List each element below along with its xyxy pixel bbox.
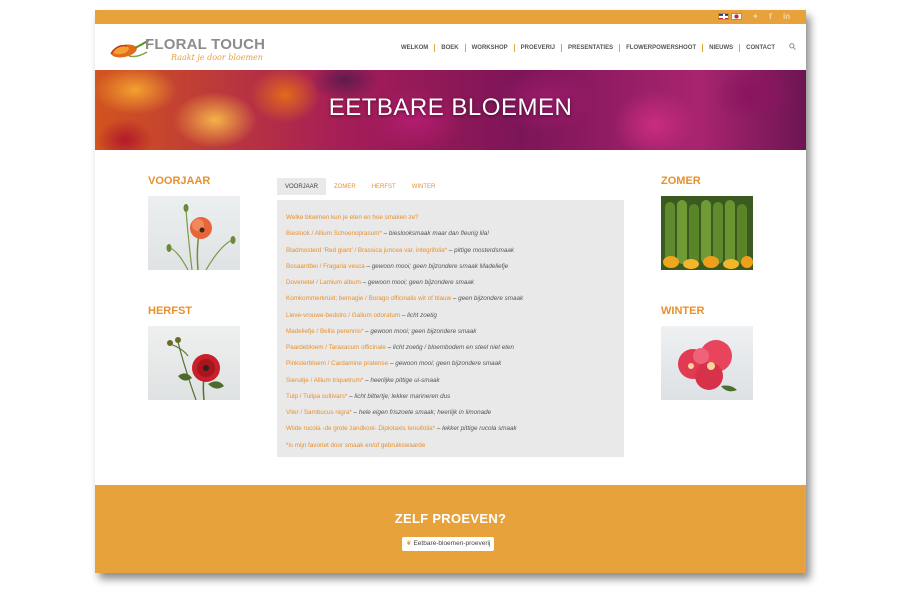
link-icon: ❦: [406, 540, 412, 547]
nav-item-workshop[interactable]: WORKSHOP: [464, 43, 514, 52]
list-item: Pinksterbloem / Cardamine pratense – gew…: [286, 360, 502, 368]
page-title: EETBARE BLOEMEN: [328, 94, 573, 121]
proeverij-button[interactable]: ❦ Eetbare-bloemen-proeverij: [402, 537, 495, 551]
list-item-desc: pittige mosterdsmaak: [454, 246, 514, 254]
season-title-voorjaar: VOORJAAR: [148, 175, 211, 187]
tab-winter[interactable]: WINTER: [404, 178, 444, 195]
list-item-desc: gewoon mooi; geen bijzondere smaak Madel…: [371, 262, 509, 270]
japanese-flag-icon[interactable]: [731, 13, 742, 20]
cta-title: ZELF PROEVEN?: [394, 511, 507, 526]
list-item-desc: gewoon mooi; geen bijzondere smaak: [370, 327, 477, 335]
linkedin-icon[interactable]: in: [783, 12, 790, 22]
cta-footer: ZELF PROEVEN? ❦ Eetbare-bloemen-proeverij: [95, 485, 806, 573]
list-item-name[interactable]: Dovenetel / Lamium album: [286, 279, 361, 286]
hero-banner: EETBARE BLOEMEN: [95, 70, 806, 150]
nav-item-flowerpowershoot[interactable]: FLOWERPOWERSHOOT: [619, 43, 702, 52]
list-item-desc: licht zoetig / bloembodem en steel niet …: [392, 344, 515, 351]
list-item-desc: hele eigen friszoete smaak; heerlijk in …: [358, 409, 492, 416]
content-footnote: *is mijn favoriet door smaak en/of gebru…: [286, 441, 426, 449]
nav-item-contact[interactable]: CONTACT: [739, 43, 781, 52]
season-title-herfst: HERFST: [148, 305, 192, 317]
facebook-icon[interactable]: f: [769, 12, 772, 22]
list-item: Tulp / Tulipa cultivars* – licht bittert…: [286, 392, 451, 400]
nav-item-proeverij[interactable]: PROEVERIJ: [513, 43, 561, 52]
logo-wordmark: FLORAL TOUCH: [145, 36, 266, 53]
list-item-desc: heerlijke pittige ui-smaak: [370, 376, 440, 384]
list-item: Madeliefje / Bellis perennis* – gewoon m…: [286, 327, 477, 335]
logo-tagline: Raakt je door bloemen: [171, 53, 263, 62]
season-tabs: VOORJAAR ZOMER HERFST WINTER: [277, 178, 443, 195]
list-item-name[interactable]: Tulp / Tulipa cultivars*: [286, 393, 347, 400]
list-item: Wilde rucola -de grote zandkool- Diplota…: [286, 425, 517, 433]
season-title-zomer: ZOMER: [661, 175, 701, 187]
nav-item-boek[interactable]: BOEK: [434, 43, 464, 52]
list-item-name[interactable]: Sieruitje / Allium triquetrum*: [286, 377, 363, 384]
list-item: Bladmosterd ‘Red giant’ / Brassica junce…: [286, 246, 514, 254]
list-item-desc: lekker pittige rucola smaak: [442, 425, 517, 433]
list-item-desc: geen bijzondere smaak: [458, 295, 524, 303]
list-item-name[interactable]: Madeliefje / Bellis perennis*: [286, 328, 363, 335]
list-item-name[interactable]: Vlier / Sambucus nigra*: [286, 409, 352, 416]
proeverij-button-label: Eetbare-bloemen-proeverij: [413, 540, 491, 547]
list-item-desc: licht zoetig: [407, 311, 437, 319]
list-item-name[interactable]: Komkommerkruid; bernagie / Borago offici…: [286, 295, 451, 302]
list-item-desc: bieslooksmaak maar dan fleurig lila!: [388, 230, 490, 238]
list-item: Bieslook / Allium Schoenoprasum* – biesl…: [286, 230, 490, 238]
nav-item-welkom[interactable]: WELKOM: [395, 44, 434, 52]
tab-herfst[interactable]: HERFST: [364, 178, 404, 195]
main-nav: WELKOM BOEK WORKSHOP PROEVERIJ PRESENTAT…: [395, 43, 796, 52]
tab-zomer[interactable]: ZOMER: [326, 178, 364, 195]
list-item-name[interactable]: Bladmosterd ‘Red giant’ / Brassica junce…: [286, 247, 447, 254]
tulip-logo-icon: [110, 39, 149, 58]
season-title-winter: WINTER: [661, 305, 705, 317]
list-item: Sieruitje / Allium triquetrum* – heerlij…: [286, 376, 440, 384]
list-item-desc: gewoon mooi; geen bijzondere smaak: [395, 360, 502, 368]
search-icon[interactable]: [781, 43, 796, 52]
list-item-name[interactable]: Bosaardbei / Fragaria vesca: [286, 263, 365, 270]
list-item-desc: gewoon mooi; geen bijzondere smaak: [367, 279, 474, 286]
top-bar: ✦ f in: [95, 10, 806, 24]
list-item-name[interactable]: Wilde rucola -de grote zandkool- Diplota…: [286, 425, 435, 432]
flower-list: Welke bloemen kun je eten en hoe smaken …: [286, 210, 621, 454]
list-item-name[interactable]: Bieslook / Allium Schoenoprasum*: [286, 230, 382, 237]
list-item-name[interactable]: Pinksterbloem / Cardamine pratense: [286, 360, 388, 367]
herfst-image[interactable]: [148, 326, 240, 400]
twitter-icon[interactable]: ✦: [752, 12, 759, 22]
list-item: Vlier / Sambucus nigra* – hele eigen fri…: [286, 409, 492, 416]
list-item: Komkommerkruid; bernagie / Borago offici…: [286, 295, 524, 303]
tab-content-panel: Welke bloemen kun je eten en hoe smaken …: [277, 200, 624, 457]
list-item: Bosaardbei / Fragaria vesca – gewoon moo…: [286, 262, 509, 270]
nav-item-presentaties[interactable]: PRESENTATIES: [560, 43, 619, 52]
site-logo[interactable]: FLORAL TOUCH Raakt je door bloemen: [109, 34, 265, 64]
winter-image[interactable]: [661, 326, 753, 400]
content-question: Welke bloemen kun je eten en hoe smaken …: [286, 214, 419, 221]
english-flag-icon[interactable]: [718, 13, 729, 20]
list-item-name[interactable]: Lieve-vrouwe-bedstro / Galium odoratum: [286, 312, 400, 319]
page-frame: ✦ f in FLORAL TOUCH Raakt je door bloeme…: [95, 10, 806, 573]
zomer-image[interactable]: [661, 196, 753, 270]
list-item: Dovenetel / Lamium album – gewoon mooi; …: [286, 279, 474, 286]
list-item: Lieve-vrouwe-bedstro / Galium odoratum –…: [286, 311, 437, 319]
voorjaar-image[interactable]: [148, 196, 240, 270]
list-item: Paardebloem / Taraxacum officinale – lic…: [286, 344, 515, 351]
nav-item-nieuws[interactable]: NIEUWS: [702, 43, 739, 52]
list-item-name[interactable]: Paardebloem / Taraxacum officinale: [286, 344, 386, 351]
list-item-desc: licht bittertje; lekker marineren dus: [354, 392, 451, 400]
tab-voorjaar[interactable]: VOORJAAR: [277, 178, 327, 195]
site-header: FLORAL TOUCH Raakt je door bloemen WELKO…: [95, 24, 806, 71]
language-switcher: [718, 13, 742, 20]
